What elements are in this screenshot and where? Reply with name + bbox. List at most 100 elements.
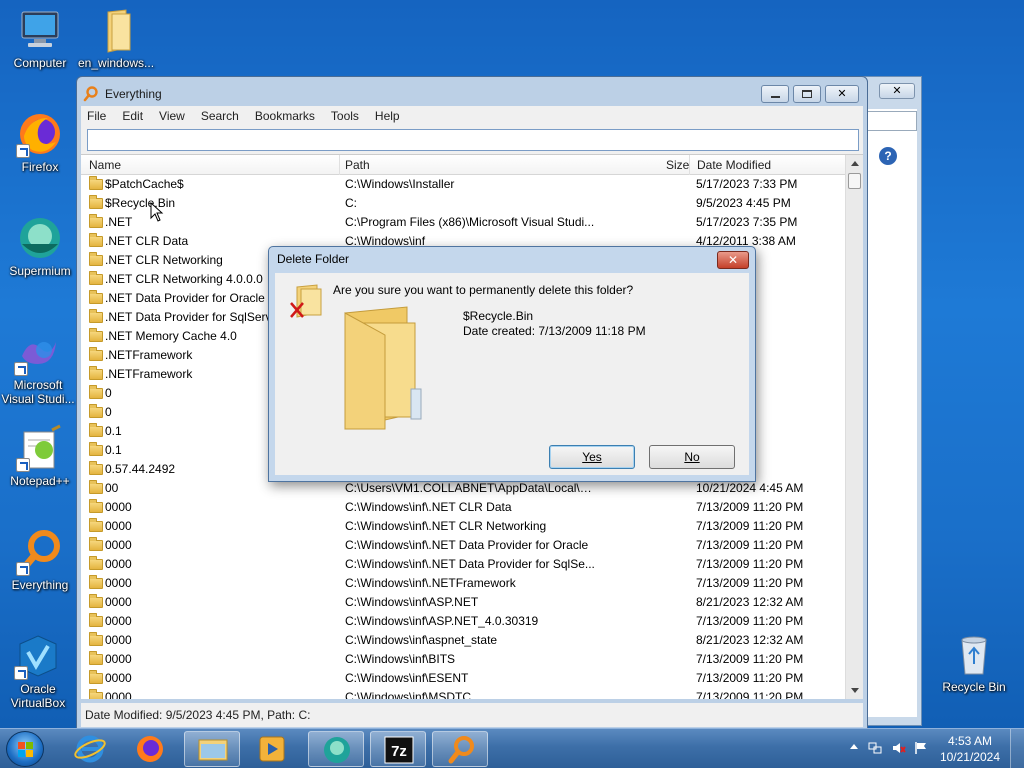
close-icon[interactable]: ✕ [879,83,915,99]
table-row[interactable]: 0000 C:\Windows\inf\.NET CLR Data 7/13/200… [81,498,845,517]
menu-search[interactable]: Search [201,109,239,123]
desktop-icon-supermium[interactable]: Supermium [2,214,78,278]
folder-icon [89,670,103,684]
dialog-question: Are you sure you want to permanently del… [333,283,634,297]
table-row[interactable]: 0000 C:\Windows\inf\.NET CLR Networking 7/… [81,517,845,536]
table-row[interactable]: 0000 C:\Windows\inf\ASP.NET_4.0.30319 7/13… [81,612,845,631]
desktop-icon-en-windows[interactable]: en_windows... [78,6,154,70]
column-header-path[interactable]: Path [345,158,370,172]
window-titlebar[interactable]: Everything ✕ [83,83,861,105]
firefox-icon [16,110,64,158]
desktop-icon-recycle-bin[interactable]: Recycle Bin [936,630,1012,694]
taskbar-7zip[interactable]: 7z [370,731,426,767]
folder-icon [89,195,103,209]
row-name: .NET [105,215,133,229]
row-name: $PatchCache$ [105,177,184,191]
desktop-icon-everything[interactable]: Everything [2,528,78,592]
table-row[interactable]: 0000 C:\Windows\inf\.NET Data Provider fo… [81,536,845,555]
menu-edit[interactable]: Edit [122,109,143,123]
vertical-scrollbar[interactable] [845,155,863,699]
desktop-icon-label: Everything [11,578,69,592]
menu-help[interactable]: Help [375,109,400,123]
taskbar-ie[interactable] [62,731,118,767]
desktop-icon-computer[interactable]: Computer [2,6,78,70]
tray-time: 4:53 AM [947,734,992,748]
row-name: 0000 [105,576,132,590]
scroll-down-icon[interactable] [851,688,859,693]
network-icon[interactable] [868,741,882,755]
row-name: 0000 [105,538,132,552]
desktop-icon-notepadpp[interactable]: Notepad++ [2,424,78,488]
search-input[interactable] [87,129,859,151]
shortcut-arrow-icon [14,362,28,376]
volume-muted-icon[interactable] [892,741,906,755]
row-path: C:\Windows\inf\aspnet_state [345,633,498,647]
table-row[interactable]: 0000 C:\Windows\inf\ESENT 7/13/2009 11:20 … [81,669,845,688]
tray-date: 10/21/2024 [939,750,1000,764]
table-row[interactable]: 0000 C:\Windows\inf\BITS 7/13/2009 11:20 P… [81,650,845,669]
desktop-icon-label: Oracle VirtualBox [10,682,66,710]
folder-icon [89,594,103,608]
desktop-icon-firefox[interactable]: Firefox [2,110,78,174]
scroll-up-icon[interactable] [851,161,859,166]
computer-icon [16,6,64,54]
table-row[interactable]: 0000 C:\Windows\inf\.NETFramework 7/13/200… [81,574,845,593]
taskbar-firefox[interactable] [122,731,178,767]
folder-icon [89,632,103,646]
taskbar-explorer[interactable] [184,731,240,767]
dialog-title: Delete Folder [277,252,350,266]
help-icon[interactable]: ? [879,147,897,165]
search-icon[interactable] [861,111,917,131]
table-row[interactable]: $Recycle.Bin C: 9/5/2023 4:45 PM [81,194,845,213]
taskbar-everything[interactable] [432,731,488,767]
column-header-name[interactable]: Name [89,158,121,172]
folder-icon [89,252,103,266]
desktop-icon-label: Supermium [9,264,71,278]
scroll-thumb[interactable] [848,173,861,189]
desktop-icon-label: Recycle Bin [942,680,1006,694]
row-date-modified: 7/13/2009 11:20 PM [696,500,804,514]
folder-icon [89,689,103,699]
show-hidden-icons-icon[interactable] [850,744,858,749]
table-row[interactable]: .NET C:\Program Files (x86)\Microsoft Vis… [81,213,845,232]
show-desktop-button[interactable] [1010,729,1024,768]
table-row[interactable]: 0000 C:\Windows\inf\MSDTC 7/13/2009 11:20 … [81,688,845,699]
table-row[interactable]: 0000 C:\Windows\inf\.NET Data Provider fo… [81,555,845,574]
firefox-icon [137,736,163,762]
desktop-icon-virtualbox[interactable]: Oracle VirtualBox [0,632,76,710]
mouse-cursor-icon [150,202,164,222]
desktop-icon-visual-studio[interactable]: Microsoft Visual Studi... [0,328,76,406]
row-path: C:\Program Files (x86)\Microsoft Visual … [345,215,595,229]
maximize-button[interactable] [793,85,821,103]
table-row[interactable]: 0000 C:\Windows\inf\ASP.NET 8/21/2023 12:3… [81,593,845,612]
row-path: C:\Windows\inf\ESENT [345,671,469,685]
delete-folder-icon [290,284,322,318]
folder-icon [89,328,103,342]
menu-tools[interactable]: Tools [331,109,359,123]
taskbar-supermium[interactable] [308,731,364,767]
menu-view[interactable]: View [159,109,185,123]
start-button[interactable] [6,731,44,767]
action-center-flag-icon[interactable] [914,741,928,755]
yes-button[interactable]: Yes [549,445,635,469]
shortcut-arrow-icon [16,562,30,576]
column-header-size[interactable]: Size [666,158,689,172]
menu-file[interactable]: File [87,109,106,123]
close-button[interactable]: ✕ [825,85,859,103]
taskbar-media-player[interactable] [244,731,300,767]
search-bar [81,126,863,154]
row-name: 0000 [105,519,132,533]
menu-bookmarks[interactable]: Bookmarks [255,109,315,123]
desktop-icon-label: Notepad++ [10,474,70,488]
table-row[interactable]: 0000 C:\Windows\inf\aspnet_state 8/21/2023… [81,631,845,650]
no-button[interactable]: No [649,445,735,469]
shortcut-arrow-icon [16,144,30,158]
dialog-close-button[interactable]: ✕ [717,251,749,269]
delete-folder-dialog[interactable]: Delete Folder ✕ Are you sure you want to… [268,246,756,482]
table-row[interactable]: $PatchCache$ C:\Windows\Installer 5/17/202… [81,175,845,194]
column-header-date[interactable]: Date Modified [697,158,771,172]
folder-icon [89,309,103,323]
minimize-button[interactable] [761,85,789,103]
tray-clock[interactable]: 4:53 AM 10/21/2024 [940,733,1000,765]
menu-bar: File Edit View Search Bookmarks Tools He… [81,106,863,126]
